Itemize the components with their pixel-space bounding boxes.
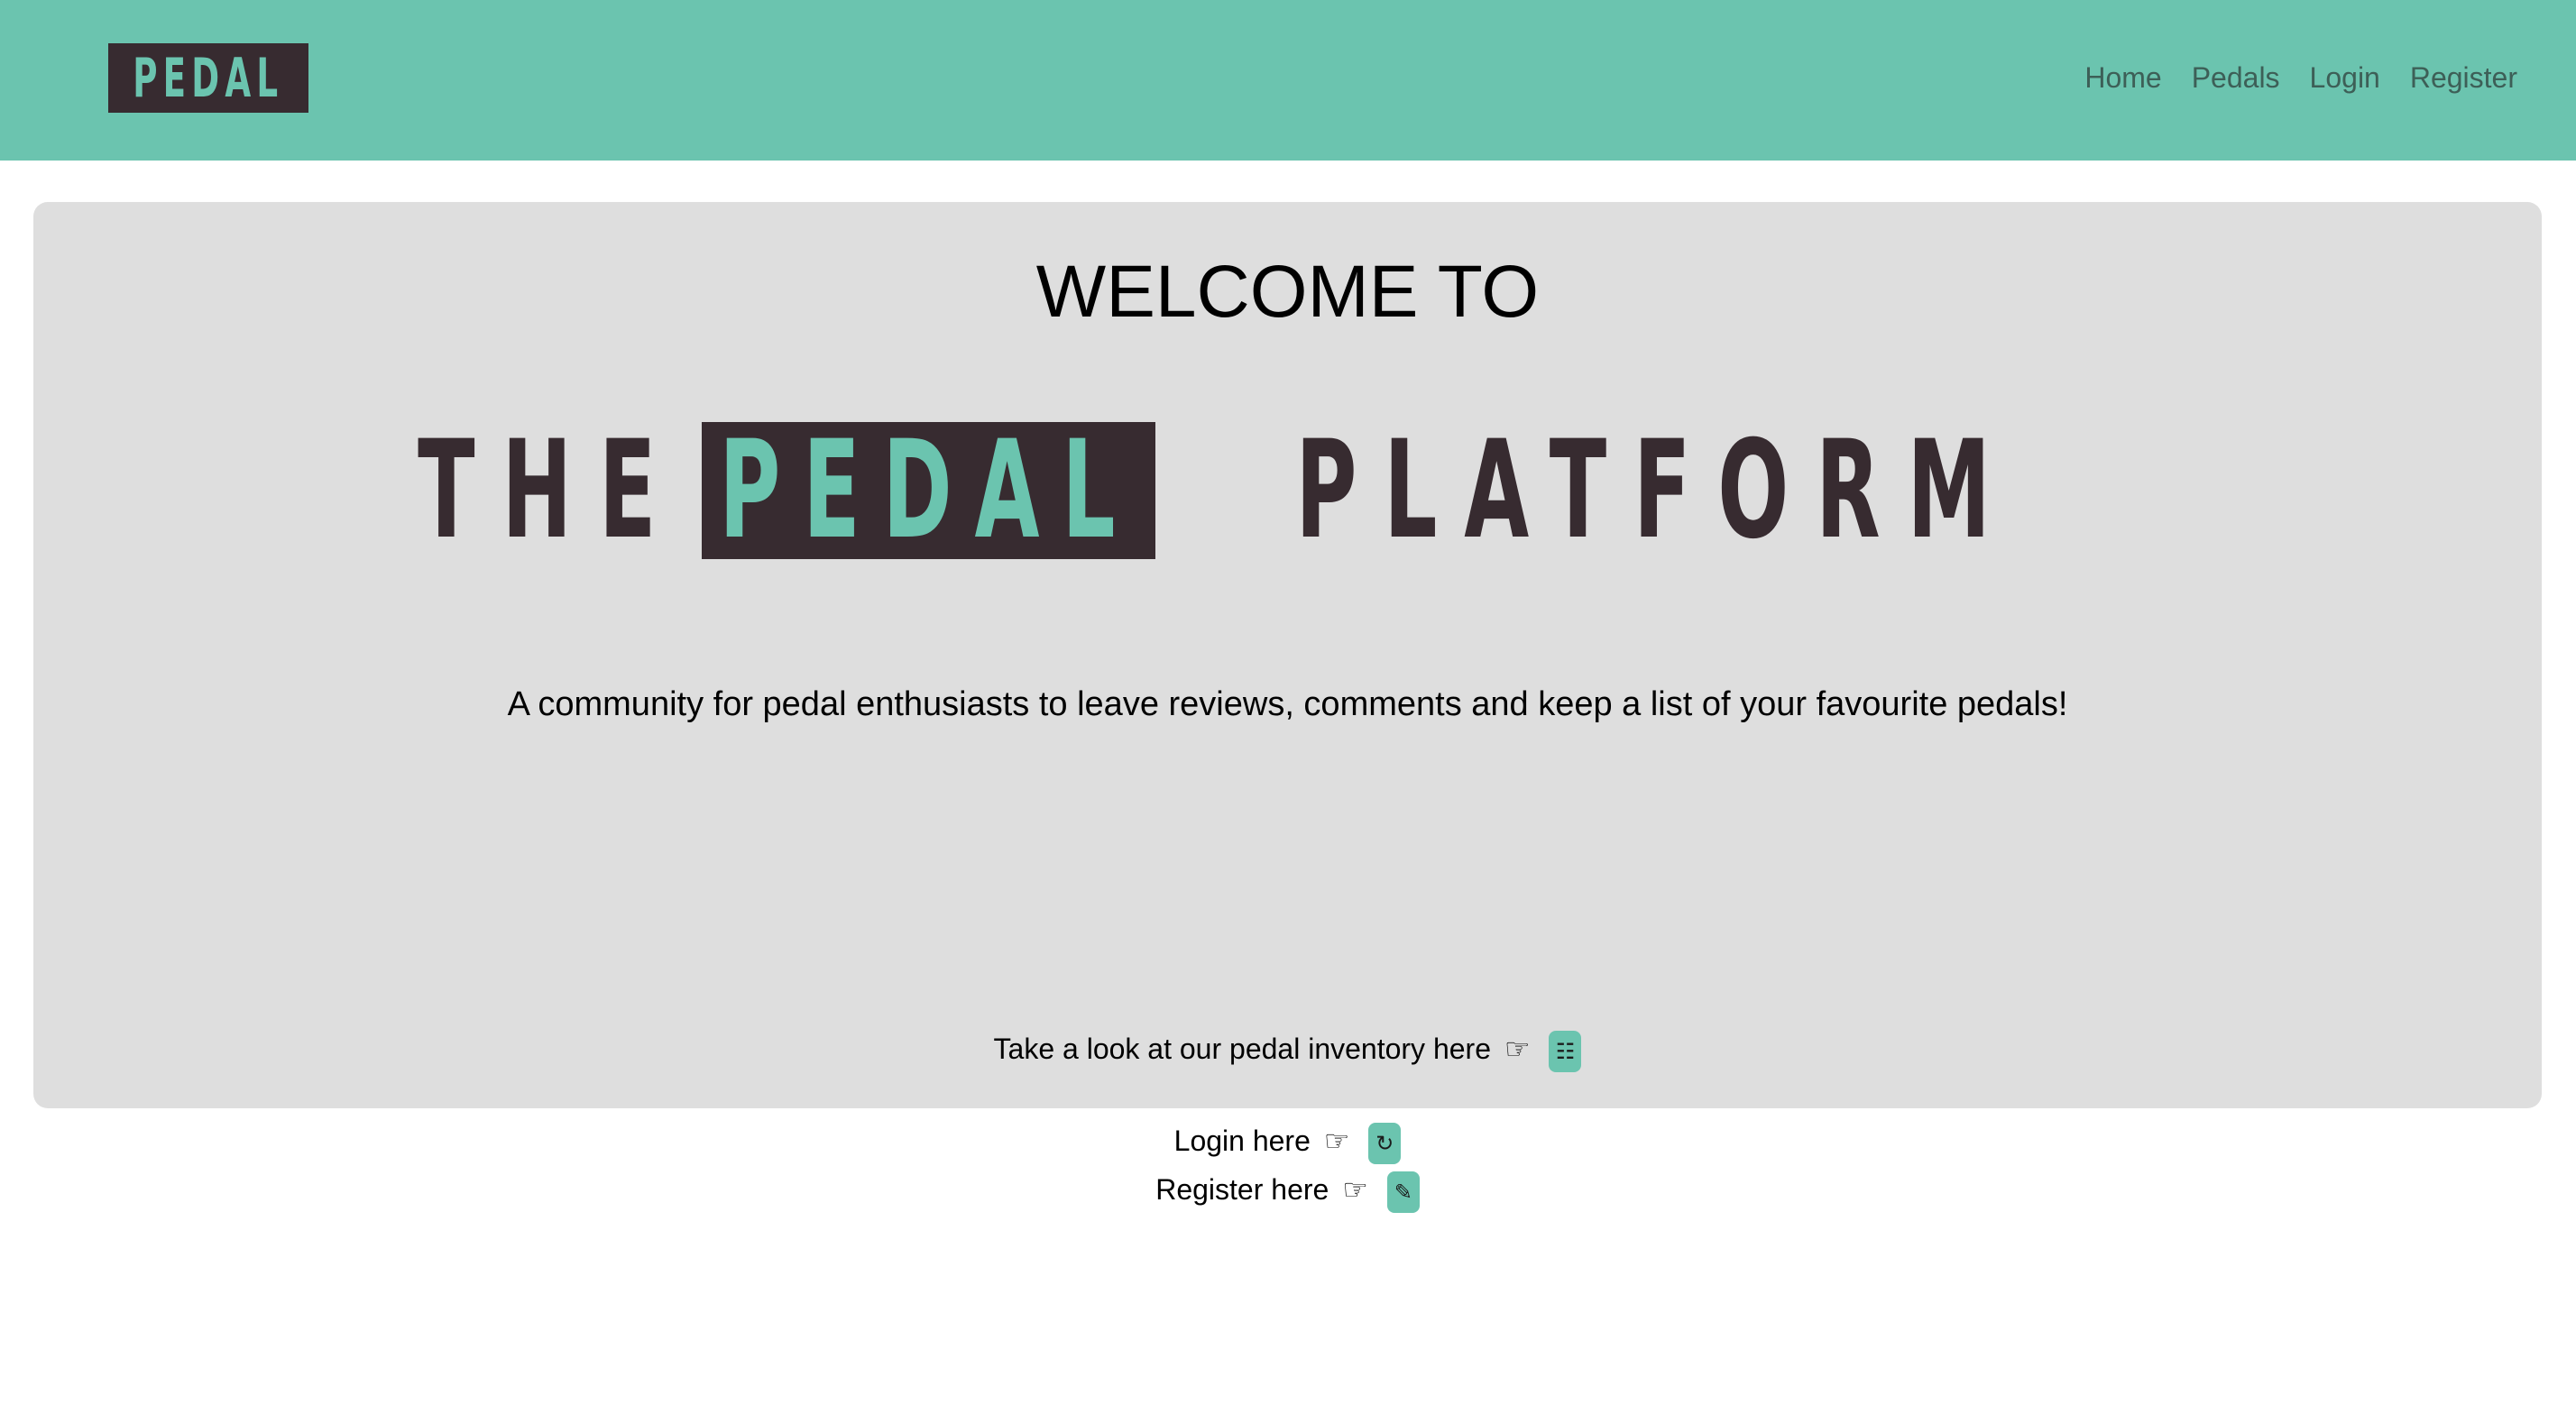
register-cta-text: Register here [1155,1173,1329,1206]
banner-word-platform: PLATFORM [1294,412,2018,569]
inventory-button[interactable]: ☷ [1549,1030,1582,1072]
list-icon: ☷ [1555,1038,1576,1064]
nav-links: Home Pedals Login Register [2084,52,2517,103]
platform-banner: THE PEDAL PLATFORM [33,418,2542,563]
brand-logo[interactable]: PEDAL [108,43,308,113]
inventory-cta-text: Take a look at our pedal inventory here [993,1033,1491,1065]
banner-word-pedal: PEDAL [719,412,1138,569]
nav-link-register[interactable]: Register [2410,52,2517,103]
pencil-icon: ✎ [1394,1179,1412,1205]
pointing-hand-icon: ☞ [1342,1172,1368,1207]
register-button[interactable]: ✎ [1386,1171,1420,1213]
login-icon: ↻ [1375,1130,1394,1156]
nav-link-pedals[interactable]: Pedals [2192,52,2280,103]
login-cta: Login here ☞ ↻ [33,1120,2542,1164]
register-cta: Register here ☞ ✎ [33,1169,2542,1213]
login-button[interactable]: ↻ [1368,1122,1402,1164]
tagline: A community for pedal enthusiasts to lea… [507,685,2068,723]
banner-pedal-box: PEDAL [701,412,1155,569]
login-cta-text: Login here [1173,1125,1311,1157]
welcome-heading: WELCOME TO [1035,251,1540,333]
pointing-hand-icon: ☞ [1323,1124,1350,1158]
inventory-cta: Take a look at our pedal inventory here … [33,1028,2542,1072]
navbar: PEDAL Home Pedals Login Register [0,0,2576,161]
banner-word-the: THE [418,412,684,569]
welcome-panel: WELCOME TO THE PEDAL PLATFORM A communit… [33,202,2542,1213]
logo-text: PEDAL [133,46,284,110]
nav-link-login[interactable]: Login [2310,52,2380,103]
nav-link-home[interactable]: Home [2084,52,2161,103]
pointing-hand-icon: ☞ [1504,1032,1531,1066]
